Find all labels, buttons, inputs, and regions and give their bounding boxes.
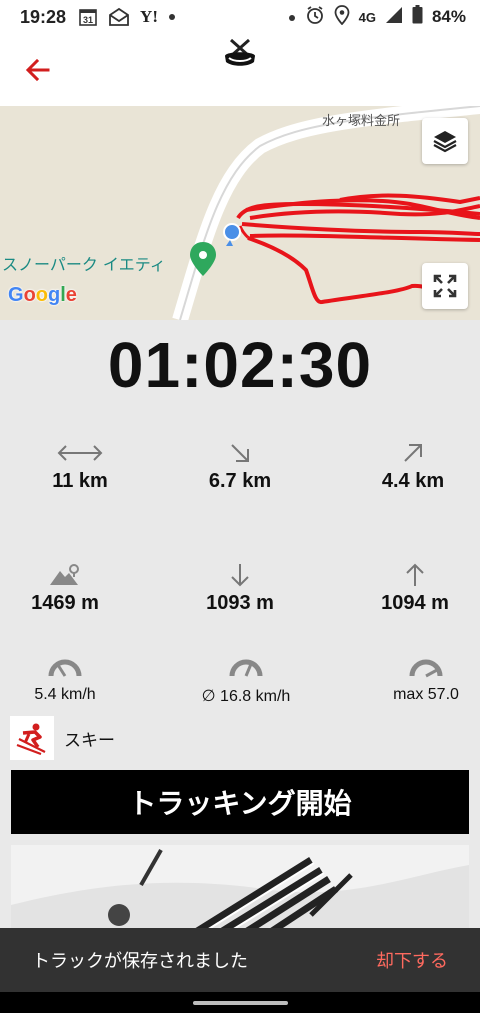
- promo-banner-image[interactable]: [11, 845, 469, 935]
- google-logo: Google: [8, 284, 77, 306]
- dot-icon: [288, 7, 296, 27]
- stat-value: 1094 m: [381, 592, 449, 614]
- stat-value: 1469 m: [31, 592, 99, 614]
- distance-arrow-icon: [0, 440, 160, 466]
- down-arrow-icon: [160, 562, 320, 588]
- snackbar: トラックが保存されました 却下する: [0, 928, 480, 992]
- calendar-day: 31: [83, 15, 93, 25]
- status-bar: 19:28 31 Y! 4G 84%: [0, 0, 480, 34]
- location-icon: [334, 4, 350, 30]
- current-location-icon: [223, 223, 241, 241]
- system-nav-bar: [0, 992, 480, 1013]
- map-fullscreen-button[interactable]: [422, 263, 468, 309]
- activity-type-selector[interactable]: スキー: [10, 716, 115, 760]
- snackbar-dismiss-button[interactable]: 却下する: [376, 947, 448, 973]
- up-arrow-icon: [335, 562, 480, 588]
- stat-value: 4.4 km: [381, 470, 445, 492]
- app-logo-icon: [220, 34, 260, 74]
- map-view[interactable]: 水ヶ塚料金所 スノーパーク イエティ Google: [0, 106, 480, 320]
- network-type: 4G: [358, 9, 376, 25]
- fullscreen-icon: [433, 274, 457, 298]
- activity-label: スキー: [64, 730, 115, 751]
- descent-arrow-icon: [160, 440, 320, 466]
- map-place-label: スノーパーク イエティ: [2, 255, 166, 274]
- start-tracking-button[interactable]: トラッキング開始: [11, 770, 469, 834]
- status-time: 19:28: [20, 6, 67, 27]
- screen: 19:28 31 Y! 4G 84% 水ヶ塚料金所 スノーパーク イエティ Go…: [0, 0, 480, 1013]
- stat-value: max 57.0: [393, 686, 459, 703]
- app-header: [0, 34, 480, 106]
- stat-min-altitude: 1093 m: [160, 562, 320, 615]
- stat-current-speed: 5.4 km/h: [0, 654, 145, 704]
- stat-value: ∅ 16.8 km/h: [201, 688, 291, 705]
- map-layers-button[interactable]: [422, 118, 468, 164]
- stat-value: 1093 m: [206, 592, 274, 614]
- stat-ascent-distance: 4.4 km: [333, 440, 480, 493]
- calendar-icon: 31: [78, 7, 98, 27]
- mail-icon: [108, 7, 130, 27]
- battery-icon: [412, 5, 423, 29]
- stat-altitude: 1469 m: [0, 562, 145, 615]
- speedometer-icon: [0, 654, 145, 680]
- altitude-mountain-icon: [0, 562, 145, 588]
- stat-value: 5.4 km/h: [34, 686, 96, 703]
- home-gesture-handle[interactable]: [193, 1001, 288, 1005]
- back-button[interactable]: [22, 54, 54, 86]
- ascent-arrow-icon: [333, 440, 480, 466]
- stat-value: 11 km: [52, 470, 108, 492]
- stat-average-speed: ∅ 16.8 km/h: [166, 654, 326, 706]
- stat-max-altitude: 1094 m: [335, 562, 480, 615]
- snackbar-message: トラックが保存されました: [32, 951, 248, 972]
- yahoo-icon: Y!: [140, 7, 158, 26]
- alarm-icon: [305, 5, 325, 30]
- layers-icon: [433, 131, 457, 153]
- stat-value: 6.7 km: [208, 470, 272, 492]
- stat-descent-distance: 6.7 km: [160, 440, 320, 493]
- map-road-label: 水ヶ塚料金所: [322, 114, 401, 129]
- speedometer-icon: [346, 654, 480, 680]
- speedometer-icon: [166, 654, 326, 680]
- stat-max-speed: max 57.0: [346, 654, 480, 704]
- dot-icon: [168, 13, 176, 21]
- stat-total-distance: 11 km: [0, 440, 160, 493]
- back-arrow-icon: [25, 58, 50, 82]
- signal-icon: [385, 6, 403, 29]
- battery-percent: 84%: [431, 7, 466, 26]
- elapsed-time: 01:02:30: [107, 329, 373, 401]
- skier-icon: [10, 716, 54, 760]
